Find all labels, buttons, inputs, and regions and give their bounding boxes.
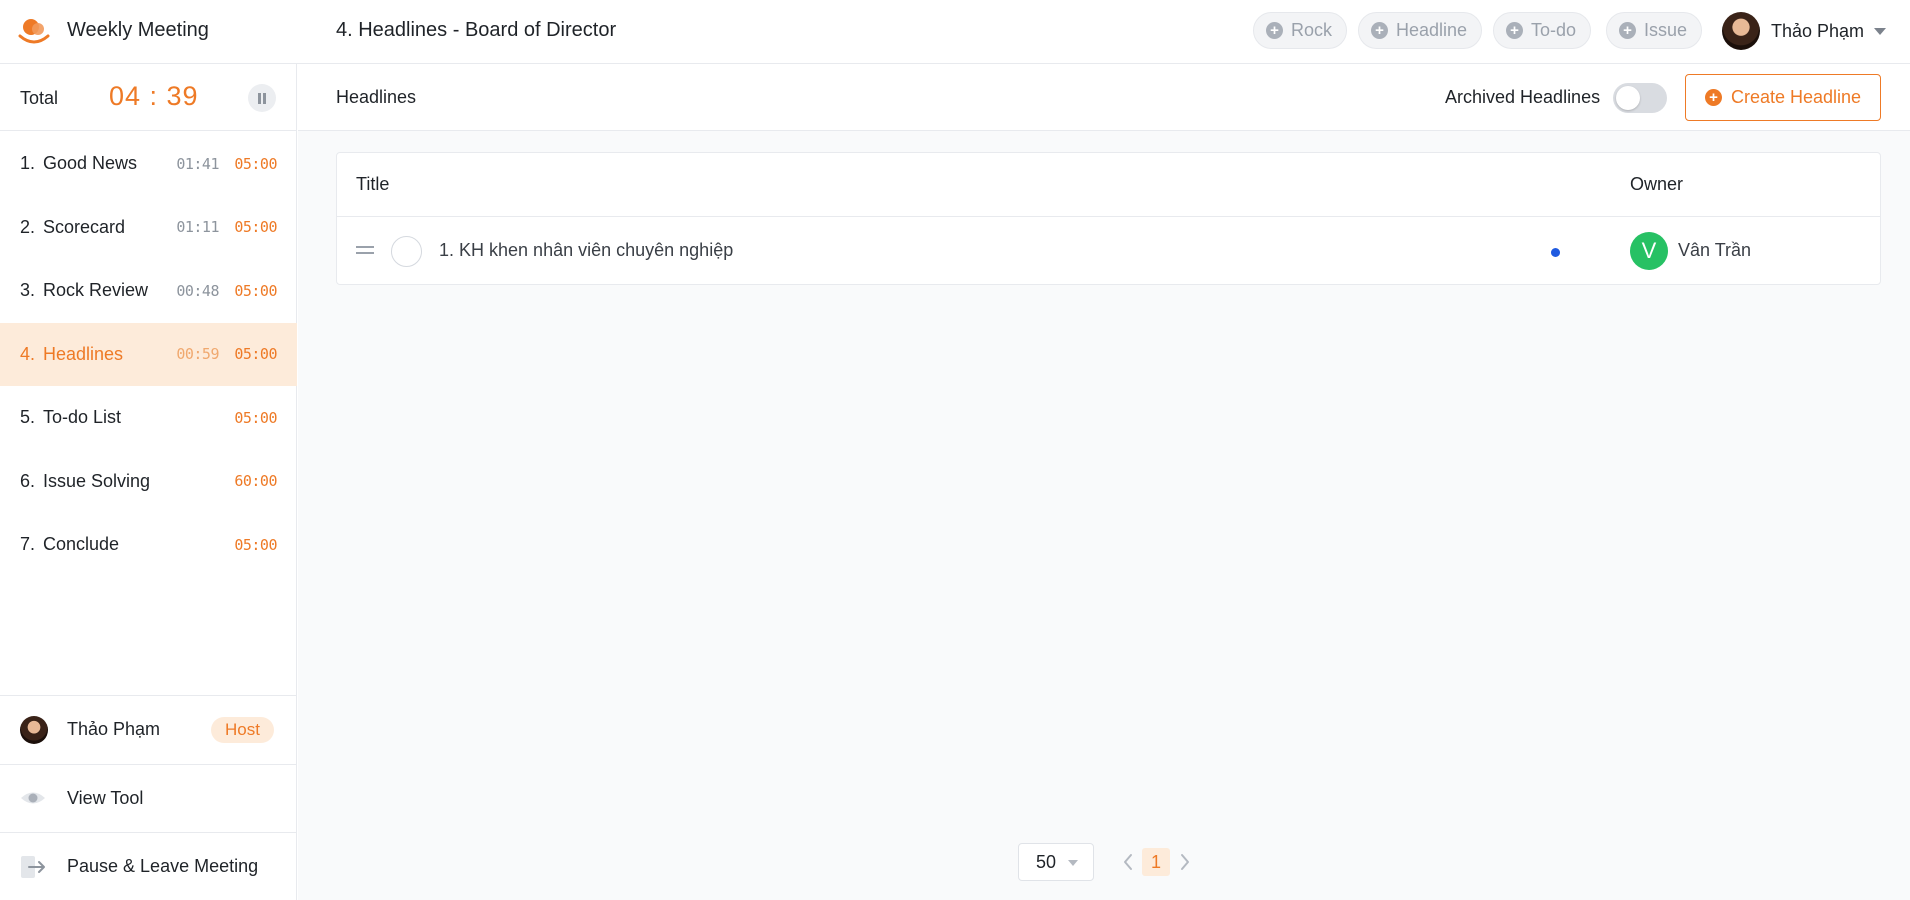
agenda-index: 1. [20,153,36,174]
agenda-limit: 05:00 [234,218,277,237]
add-rock-label: Rock [1291,20,1333,40]
agenda-title: To-do List [43,407,122,428]
add-headline-label: Headline [1396,20,1468,40]
agenda-elapsed: 00:59 [176,345,219,364]
archived-headlines-toggle[interactable] [1613,83,1667,113]
agenda-index: 3. [20,280,36,301]
agenda-list: 1. Good News 01:41 05:00 2. Scorecard 01… [0,132,297,577]
plus-icon: + [1619,22,1636,39]
agenda-limit: 05:00 [234,535,277,554]
agenda-elapsed: 01:11 [176,218,219,237]
toggle-knob [1616,86,1640,110]
app-title: Weekly Meeting [67,19,209,41]
agenda-elapsed: 01:41 [176,154,219,173]
add-todo-button[interactable]: + To-do [1493,12,1592,49]
plus-icon: + [1704,89,1722,106]
add-rock-button[interactable]: + Rock [1253,12,1348,49]
agenda-limit: 05:00 [234,281,277,300]
plus-icon: + [1371,22,1388,39]
host-row: Thảo Phạm Host [0,695,297,764]
sidebar: Total 04 : 39 1. Good News 01:41 05:00 2… [0,64,297,900]
headlines-table: Title Owner 1. KH khen nhân viên chuyên … [336,152,1881,285]
pause-leave-label: Pause & Leave Meeting [67,856,259,877]
owner-avatar: V [1630,232,1668,270]
section-title: Headlines [336,87,417,107]
page-number[interactable]: 1 [1142,848,1170,876]
create-headline-label: Create Headline [1730,87,1862,107]
section-header: Headlines Archived Headlines + Create He… [298,64,1910,131]
agenda-item-todo-list[interactable]: 5. To-do List 05:00 [0,386,297,450]
user-menu[interactable]: Thảo Phạm [1722,11,1887,51]
add-issue-label: Issue [1644,20,1688,40]
agenda-limit: 05:00 [234,154,277,173]
host-avatar [20,715,48,744]
headline-title[interactable]: 1. KH khen nhân viên chuyên nghiệp [439,240,733,261]
pause-leave-button[interactable]: Pause & Leave Meeting [0,832,297,900]
page-size-select[interactable]: 50 [1018,843,1094,881]
leave-meeting-icon [21,855,45,878]
agenda-limit: 05:00 [234,408,277,427]
table-header: Title Owner [337,153,1880,217]
agenda-title: Good News [43,153,138,174]
column-owner: Owner [1630,174,1684,194]
agenda-limit: 60:00 [234,472,277,491]
total-label: Total [20,88,59,108]
sidebar-footer: Thảo Phạm Host View Tool Pause & Leave M… [0,695,297,900]
top-bar: Weekly Meeting 4. Headlines - Board of D… [0,0,1910,64]
page-title: 4. Headlines - Board of Director [336,19,617,41]
agenda-item-good-news[interactable]: 1. Good News 01:41 05:00 [0,132,297,196]
add-headline-button[interactable]: + Headline [1358,12,1483,49]
agenda-elapsed: 00:48 [176,281,219,300]
host-badge: Host [211,716,274,743]
add-todo-label: To-do [1531,20,1577,40]
user-avatar [1722,12,1760,50]
plus-icon: + [1266,22,1283,39]
chevron-right-icon[interactable] [1179,853,1191,871]
pagination: 50 1 [298,843,1910,883]
owner-name: Vân Trần [1678,240,1752,260]
agenda-item-scorecard[interactable]: 2. Scorecard 01:11 05:00 [0,196,297,260]
agenda-title: Rock Review [43,280,149,301]
view-tool-button[interactable]: View Tool [0,763,297,833]
agenda-index: 7. [20,534,36,555]
agenda-index: 6. [20,470,36,491]
plus-icon: + [1506,22,1523,39]
agenda-limit: 05:00 [234,345,277,364]
agenda-title: Issue Solving [43,470,151,491]
app-logo-icon [18,19,50,44]
chevron-down-icon [1068,860,1078,866]
agenda-item-headlines[interactable]: 4. Headlines 00:59 05:00 [0,322,297,386]
agenda-item-issue-solving[interactable]: 6. Issue Solving 60:00 [0,450,297,514]
column-title: Title [356,174,390,194]
complete-checkbox[interactable] [391,236,422,267]
main-content: Headlines Archived Headlines + Create He… [298,64,1910,900]
view-tool-label: View Tool [67,787,144,808]
add-issue-button[interactable]: + Issue [1606,12,1703,49]
create-headline-button[interactable]: + Create Headline [1685,74,1881,121]
pause-icon[interactable] [248,84,276,112]
agenda-index: 4. [20,343,36,364]
agenda-item-conclude[interactable]: 7. Conclude 05:00 [0,513,297,577]
agenda-title: Scorecard [43,216,126,237]
chevron-left-icon[interactable] [1122,853,1134,871]
agenda-title: Conclude [43,534,120,555]
agenda-title: Headlines [43,343,124,364]
eye-icon [21,792,45,804]
status-dot [1551,248,1560,257]
host-name: Thảo Phạm [67,719,161,740]
agenda-index: 5. [20,407,36,428]
archived-headlines-label: Archived Headlines [1445,87,1601,107]
agenda-index: 2. [20,216,36,237]
drag-handle-icon[interactable] [356,246,374,255]
user-name: Thảo Phạm [1771,20,1865,41]
table-row[interactable]: 1. KH khen nhân viên chuyên nghiệp V Vân… [337,218,1880,285]
total-timer: Total 04 : 39 [0,64,297,131]
page-size-value: 50 [1036,851,1057,872]
total-time: 04 : 39 [109,81,199,111]
agenda-item-rock-review[interactable]: 3. Rock Review 00:48 05:00 [0,259,297,323]
chevron-down-icon [1874,27,1887,35]
